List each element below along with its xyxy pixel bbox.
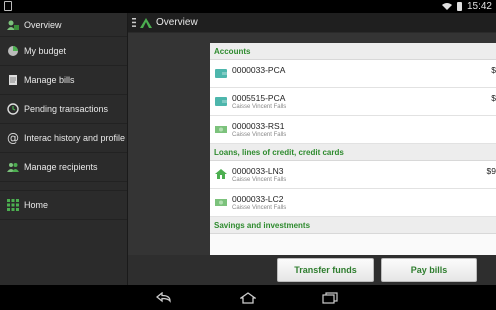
account-row[interactable]: 0000033-PCA $ — [210, 60, 496, 88]
account-number: 0000033-RS1 — [232, 121, 285, 131]
drawer-item-pending-transactions[interactable]: Pending transactions — [0, 95, 127, 124]
main-content: Overview Accounts 0000033-PCA $ 0005515-… — [128, 13, 496, 285]
accounts-panel: Accounts 0000033-PCA $ 0005515-PCA Caiss… — [210, 43, 496, 255]
drawer-item-interac-history[interactable]: @ Interac history and profile — [0, 124, 127, 153]
bottom-action-bar: Transfer funds Pay bills — [128, 255, 496, 285]
wifi-icon — [442, 3, 452, 10]
overview-icon — [7, 19, 19, 31]
pie-chart-icon — [7, 45, 19, 57]
at-icon: @ — [7, 132, 19, 144]
account-institution: Caisse Vincent Falls — [232, 177, 287, 183]
page-title: Overview — [156, 17, 198, 28]
account-balance: $ — [491, 93, 496, 103]
account-number: 0000033-PCA — [232, 65, 286, 75]
account-row[interactable]: 0005515-PCA Caisse Vincent Falls $ — [210, 88, 496, 116]
account-row[interactable]: 0000033-RS1 Caisse Vincent Falls — [210, 116, 496, 144]
cash-icon — [215, 126, 227, 133]
drawer-item-label: Overview — [24, 19, 62, 30]
drawer-item-label: My budget — [24, 46, 67, 56]
wallet-icon — [215, 69, 227, 78]
account-row[interactable]: 0000033-LC2 Caisse Vincent Falls — [210, 189, 496, 217]
battery-icon — [457, 2, 462, 11]
screen: 15:42 Overview My budget Manage bills Pe… — [0, 0, 496, 310]
account-row[interactable]: 0000033-LN3 Caisse Vincent Falls $9 — [210, 161, 496, 189]
drawer-divider — [0, 182, 127, 191]
drawer-item-overview[interactable]: Overview — [0, 13, 127, 37]
account-institution: Caisse Vincent Falls — [232, 104, 287, 110]
desjardins-logo-icon[interactable] — [140, 18, 152, 28]
section-header-loans: Loans, lines of credit, credit cards — [210, 144, 496, 161]
account-balance: $ — [491, 65, 496, 75]
section-header-accounts: Accounts — [210, 43, 496, 60]
section-header-savings: Savings and investments — [210, 217, 496, 234]
people-icon — [7, 161, 19, 173]
menu-icon[interactable] — [132, 18, 136, 27]
status-bar: 15:42 — [0, 0, 496, 13]
drawer-item-home[interactable]: Home — [0, 191, 127, 220]
svg-text:@: @ — [7, 132, 19, 144]
account-number: 0000033-LN3 — [232, 166, 284, 176]
home-icon[interactable] — [240, 291, 256, 304]
status-time: 15:42 — [466, 1, 492, 12]
account-balance: $9 — [486, 166, 496, 176]
drawer-item-label: Home — [24, 200, 49, 210]
drawer-item-label: Manage bills — [24, 75, 75, 85]
account-institution: Caisse Vincent Falls — [232, 205, 287, 211]
clock-icon — [7, 103, 19, 115]
recent-apps-icon[interactable] — [322, 291, 338, 304]
bills-icon — [7, 74, 19, 86]
account-number: 0005515-PCA — [232, 93, 286, 103]
transfer-funds-button[interactable]: Transfer funds — [277, 258, 374, 282]
wallet-icon — [215, 97, 227, 106]
back-icon[interactable] — [156, 291, 172, 304]
drawer-item-manage-bills[interactable]: Manage bills — [0, 66, 127, 95]
drawer-item-label: Pending transactions — [24, 104, 109, 114]
notification-icon — [4, 1, 12, 11]
account-institution: Caisse Vincent Falls — [232, 132, 287, 138]
grid-icon — [7, 199, 19, 211]
action-bar: Overview — [128, 13, 496, 33]
drawer-item-manage-recipients[interactable]: Manage recipients — [0, 153, 127, 182]
drawer-item-label: Manage recipients — [24, 162, 98, 172]
cash-icon — [215, 199, 227, 206]
system-navigation-bar — [0, 285, 496, 310]
house-icon — [215, 169, 227, 179]
navigation-drawer: Overview My budget Manage bills Pending … — [0, 13, 128, 285]
pay-bills-button[interactable]: Pay bills — [381, 258, 477, 282]
drawer-item-label: Interac history and profile — [24, 133, 126, 143]
account-number: 0000033-LC2 — [232, 194, 284, 204]
drawer-item-my-budget[interactable]: My budget — [0, 37, 127, 66]
